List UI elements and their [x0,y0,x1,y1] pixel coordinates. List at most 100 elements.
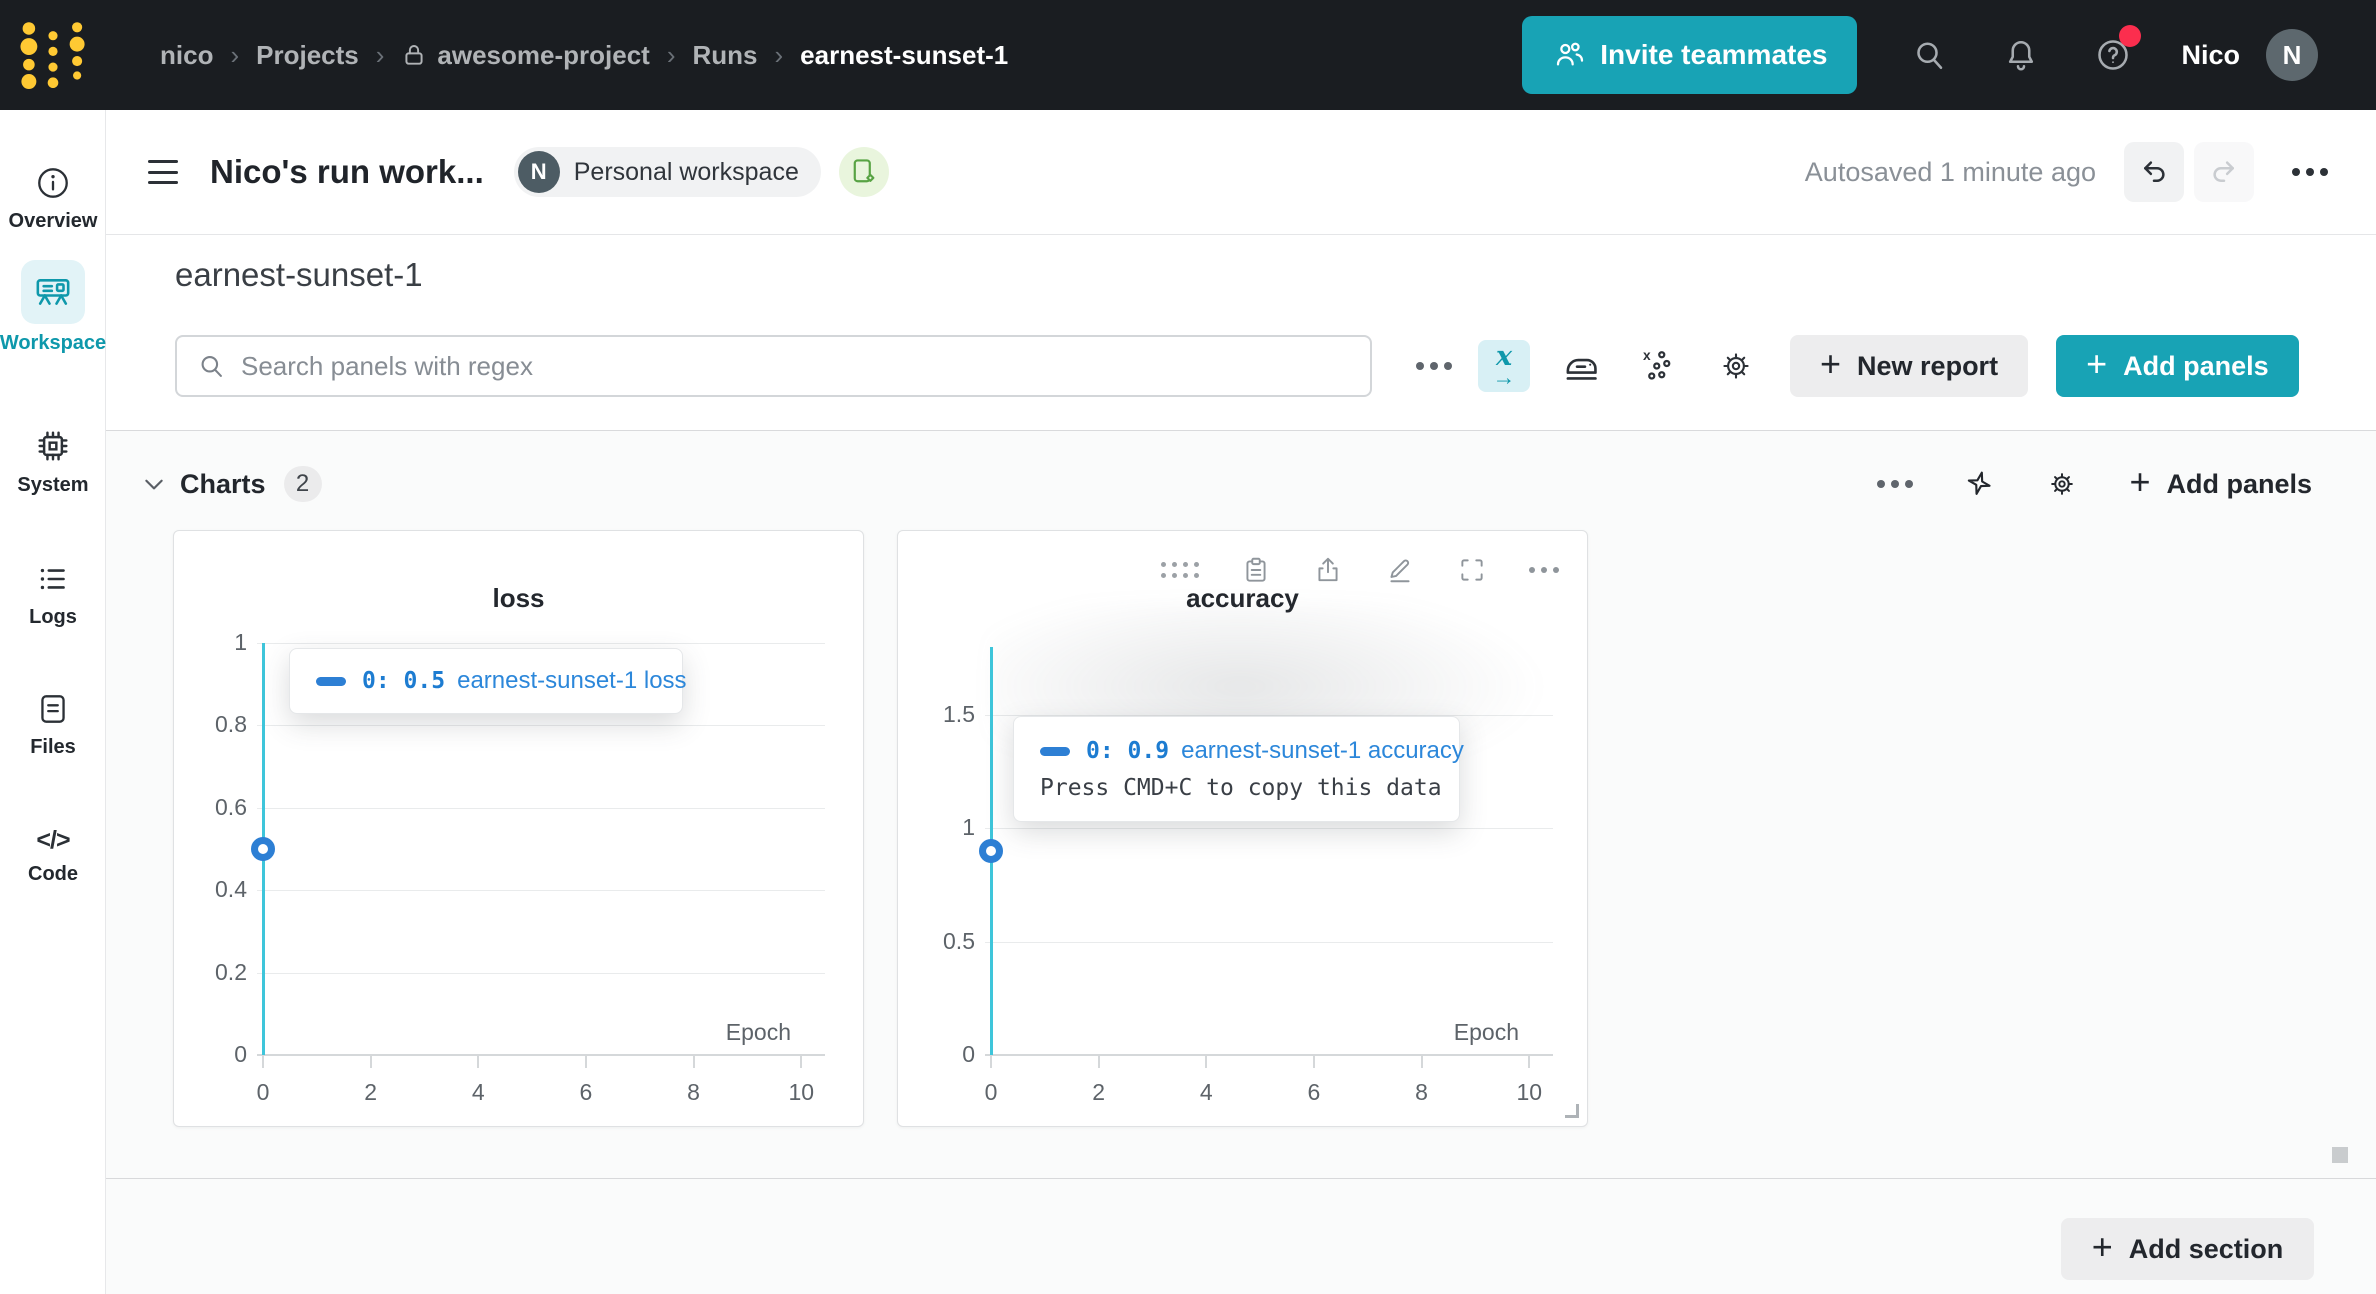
section-resize-handle[interactable] [2332,1147,2348,1163]
x-tick-mark [1312,1056,1315,1068]
workspace-header: Nico's run work... N Personal workspace … [106,110,2376,235]
x-axis-arrow-icon: → [1492,364,1516,391]
edit-panel-button[interactable] [1385,555,1415,585]
chevron-down-icon[interactable] [142,472,166,496]
gridline [985,941,1553,943]
sidebar-item-overview[interactable]: Overview [0,164,106,233]
sidebar-item-system[interactable]: System [0,426,106,497]
breadcrumb-separator: › [774,39,784,70]
sidebar-item-logs[interactable]: Logs [0,560,106,629]
workspace-title: Nico's run work... [210,153,484,190]
breadcrumb-projects[interactable]: Projects [256,40,359,71]
x-tick-mark [1205,1056,1208,1068]
outliers-button[interactable]: x [1638,346,1678,386]
redo-icon [2213,161,2234,182]
personal-workspace-badge[interactable]: N Personal workspace [513,147,821,197]
gridline [257,972,825,974]
breadcrumb-entity[interactable]: nico [160,40,213,71]
accuracy-tooltip-value: 0: 0.9 [1086,738,1170,764]
search-options-menu[interactable] [1416,362,1452,370]
wandb-logo[interactable] [0,14,106,96]
x-tick-mark [692,1056,695,1068]
undo-button[interactable] [2124,142,2184,202]
breadcrumb-project[interactable]: awesome-project [401,39,650,71]
x-tick-label: 6 [1307,1079,1321,1105]
x-tick-label: 10 [788,1079,815,1105]
section-add-panels-button[interactable]: + Add panels [2129,461,2312,502]
loss-plot-area[interactable]: 0 0.2 0.4 0.6 0.8 1 0 2 4 6 8 10 Epoch [174,531,863,1126]
sidebar-label-system: System [17,474,89,496]
drag-handle-icon[interactable] [1161,562,1199,578]
undo-icon [2144,161,2165,182]
x-axis-settings-button[interactable]: x → [1478,340,1530,392]
data-point[interactable] [979,839,1003,863]
panel-resize-handle[interactable] [1565,1104,1579,1118]
export-panel-button[interactable] [1313,555,1343,585]
breadcrumb-runs[interactable]: Runs [692,40,757,71]
x-tick-mark [477,1056,480,1068]
menu-hamburger-icon[interactable] [148,160,178,184]
smoothing-button[interactable] [1560,345,1602,387]
notifications-bell-icon[interactable] [2003,37,2039,73]
add-panels-label: Add panels [2123,350,2269,381]
info-icon [38,168,68,198]
user-avatar[interactable]: N [2266,29,2318,81]
sidebar-item-workspace[interactable]: Workspace [0,260,106,355]
chart-panel-accuracy[interactable]: accuracy 0 0.5 1 1.5 0 2 4 6 8 10 Epoch 0: 0.9 ear… [897,530,1588,1127]
user-name[interactable]: Nico [2181,40,2240,71]
people-icon [1557,42,1584,66]
add-panels-button[interactable]: + Add panels [2056,335,2299,397]
charts-section-title[interactable]: Charts [180,469,266,500]
new-report-button[interactable]: + New report [1790,335,2029,397]
x-tick-mark [800,1056,803,1068]
section-settings-button[interactable] [2045,467,2079,501]
gridline [257,890,825,892]
charts-count-badge: 2 [283,466,322,502]
x-axis-title: Epoch [1453,1019,1519,1045]
breadcrumb-project-label: awesome-project [437,39,650,70]
panel-search-input[interactable] [241,350,1350,382]
plus-icon: + [2129,461,2151,502]
workspace-active-tile [21,260,85,324]
sidebar-label-overview: Overview [8,210,98,232]
search-icon [201,355,222,377]
gear-icon [2051,473,2074,495]
section-spark-button[interactable] [1963,468,1995,500]
charts-section: Charts 2 + Add panels loss 0 0.2 0.4 0.6… [106,430,2376,1294]
x-tick-mark [990,1056,992,1068]
gridline [257,643,825,644]
fullscreen-button[interactable] [1457,555,1487,585]
create-report-button[interactable] [838,147,889,197]
workspace-badge-label: Personal workspace [573,157,799,186]
sidebar-item-code[interactable]: </> Code [0,826,106,886]
redo-button[interactable] [2194,142,2254,202]
search-icon[interactable] [1911,37,1947,73]
x-tick-label: 8 [687,1079,700,1105]
add-section-button[interactable]: + Add section [2061,1218,2314,1280]
x-tick-label: 0 [984,1079,998,1105]
copy-panel-button[interactable] [1241,555,1271,585]
sidebar-item-files[interactable]: Files [0,690,106,759]
help-icon[interactable] [2095,25,2142,73]
workspace-board-icon [36,279,70,305]
panel-controls-row: x → x [175,335,2312,397]
loss-tooltip-series: earnest-sunset-1 loss [457,667,687,694]
breadcrumb-run-name[interactable]: earnest-sunset-1 [800,40,1008,71]
panel-settings-button[interactable] [1716,346,1756,386]
accuracy-tooltip-series: earnest-sunset-1 accuracy [1181,737,1464,764]
x-tick-mark [584,1056,587,1068]
new-report-label: New report [1857,350,1999,381]
x-tick-label: 4 [1199,1079,1213,1105]
chart-panel-loss[interactable]: loss 0 0.2 0.4 0.6 0.8 1 0 2 4 6 8 10 Epoch 0: 0.5 e… [173,530,864,1127]
panel-overflow-menu[interactable] [1529,567,1559,573]
data-point[interactable] [251,837,275,861]
invite-teammates-button[interactable]: Invite teammates [1522,16,1858,94]
x-tick-label: 6 [579,1079,593,1105]
x-tick-mark [1420,1056,1423,1068]
breadcrumb-separator: › [230,39,240,70]
section-overflow-menu[interactable] [1877,480,1914,488]
y-tick-label: 0 [234,1041,247,1067]
lock-icon [405,45,423,65]
header-actions: Autosaved 1 minute ago [1805,142,2328,202]
workspace-overflow-menu[interactable] [2292,168,2328,176]
